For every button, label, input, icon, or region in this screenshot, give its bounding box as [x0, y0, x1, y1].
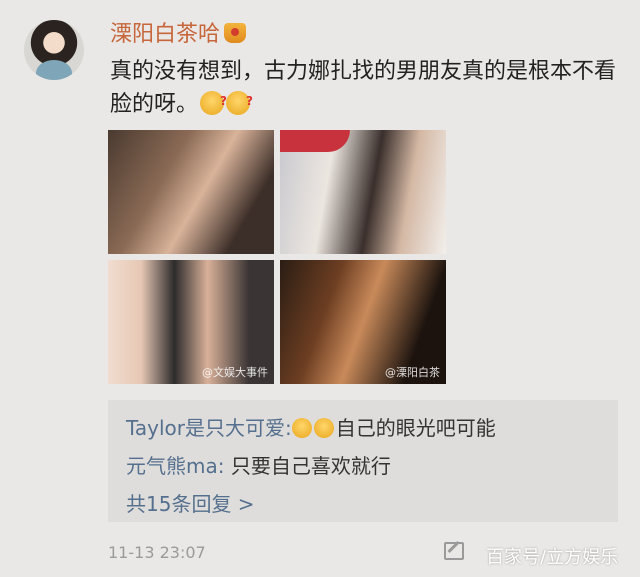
reply-item[interactable]: Taylor是只大可爱: 自己的眼光吧可能 — [126, 412, 496, 441]
laugh-emoji-icon — [313, 418, 334, 438]
post-body: 真的没有想到，古力娜扎找的男朋友真的是根本不看脸的呀。 — [110, 59, 617, 117]
photo-grid: @文娱大事件 @溧阳白茶 — [108, 130, 448, 384]
photo-1[interactable] — [108, 130, 274, 254]
reply-author[interactable]: Taylor是只大可爱: — [126, 416, 292, 440]
confused-emoji-icon — [200, 85, 227, 118]
more-replies-link[interactable]: 共15条回复 > — [126, 488, 255, 517]
avatar[interactable] — [24, 20, 84, 80]
reply-list: Taylor是只大可爱: 自己的眼光吧可能 元气熊ma: 只要自己喜欢就行 共15… — [108, 400, 618, 522]
reply-item[interactable]: 元气熊ma: 只要自己喜欢就行 — [126, 450, 391, 479]
reply-author[interactable]: 元气熊ma: — [126, 454, 224, 478]
photo-3[interactable]: @文娱大事件 — [108, 260, 274, 384]
crown-icon — [224, 23, 247, 43]
reply-text: 只要自己喜欢就行 — [230, 454, 391, 478]
username[interactable]: 溧阳白茶哈 — [110, 16, 247, 48]
edit-icon[interactable] — [444, 542, 464, 560]
photo-2[interactable] — [280, 130, 446, 254]
username-text[interactable]: 溧阳白茶哈 — [110, 22, 220, 47]
post-timestamp: 11-13 23:07 — [108, 543, 206, 562]
photo-4[interactable]: @溧阳白茶 — [280, 260, 446, 384]
photo-watermark: @文娱大事件 — [202, 366, 268, 379]
photo-watermark: @溧阳白茶 — [385, 366, 440, 379]
reply-text: 自己的眼光吧可能 — [335, 416, 496, 440]
laugh-emoji-icon — [291, 418, 312, 438]
confused-emoji-icon — [226, 85, 253, 118]
source-watermark: 百家号/立方娱乐 — [486, 547, 619, 568]
post-text: 真的没有想到，古力娜扎找的男朋友真的是根本不看脸的呀。 — [110, 55, 630, 121]
